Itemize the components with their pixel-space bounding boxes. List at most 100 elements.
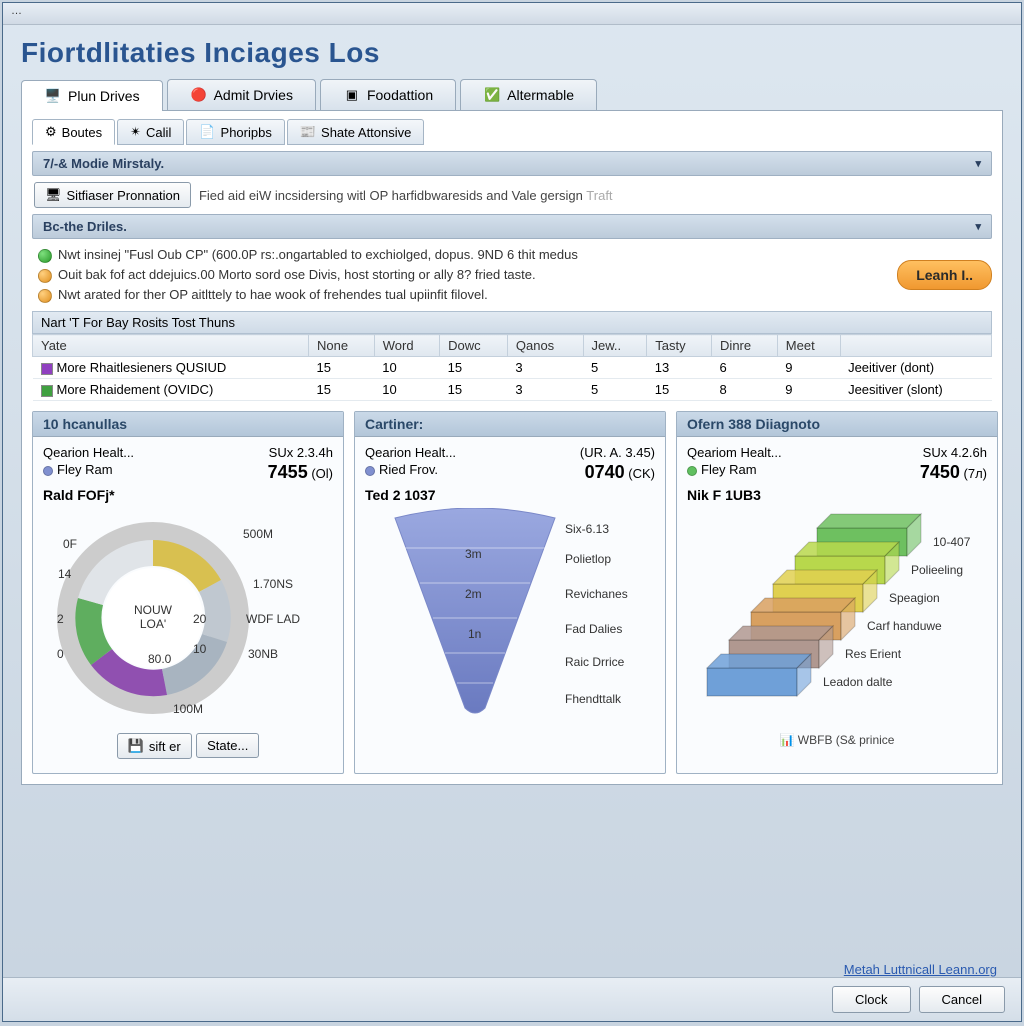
tab-label: Altermable <box>507 87 574 103</box>
metric-label: Qearion Healt... <box>43 445 134 460</box>
col-qanos[interactable]: Qanos <box>507 335 583 357</box>
button-label: Sitfiaser Pronnation <box>67 188 180 203</box>
big-value: 7455 <box>268 462 308 482</box>
col-yate[interactable]: Yate <box>33 335 309 357</box>
donut-chart: NOUW LOA' 500M 1.70NS WDF LAD 30NB 100M … <box>43 503 333 733</box>
page-icon: 📄 <box>199 124 215 140</box>
tab-foodattion[interactable]: ▣ Foodattion <box>320 79 456 110</box>
sifter-button[interactable]: 💾sift er <box>117 733 192 759</box>
metric-right: (UR. A. 3.45) <box>580 445 655 460</box>
ok-button[interactable]: Clock <box>832 986 911 1013</box>
col-jew[interactable]: Jew.. <box>583 335 647 357</box>
notice-item: Nwt arated for ther OP aitlttely to hae … <box>38 285 578 305</box>
svg-text:80.0: 80.0 <box>148 652 172 666</box>
col-meet[interactable]: Meet <box>777 335 840 357</box>
notice-item: Nwt insinej "Fusl Oub CP" (600.0P rs:.on… <box>38 245 578 265</box>
svg-text:100M: 100M <box>173 702 203 716</box>
chart-title: Rald FOFj* <box>43 487 333 503</box>
svg-text:Carf handuwe: Carf handuwe <box>867 619 942 633</box>
subtab-label: Phoripbs <box>221 125 272 140</box>
titlebar: … <box>3 3 1021 25</box>
monitor-icon: 🖥 <box>45 187 62 203</box>
big-value: 7450 <box>920 462 960 482</box>
subtab-phoripbs[interactable]: 📄 Phoripbs <box>186 119 285 145</box>
svg-text:Raic Drrice: Raic Drrice <box>565 655 625 669</box>
svg-text:20: 20 <box>193 612 207 626</box>
panel-title: 10 hcanullas <box>33 412 343 437</box>
panel-cartiner: Cartiner: Qearion Healt... (UR. A. 3.45)… <box>354 411 666 774</box>
step-chart: 10-407PolieelingSpeagionCarf handuweRes … <box>687 503 987 733</box>
col-dowc[interactable]: Dowc <box>440 335 508 357</box>
chevron-down-icon: ▾ <box>975 220 981 233</box>
dialog-footer: Clock Cancel <box>3 977 1021 1021</box>
funnel-icon: ⚙ <box>45 124 57 140</box>
check-icon: ✅ <box>483 86 501 104</box>
svg-text:0: 0 <box>57 647 64 661</box>
subtab-label: Shate Attonsive <box>321 125 411 140</box>
cancel-button[interactable]: Cancel <box>919 986 1005 1013</box>
col-none[interactable]: None <box>309 335 375 357</box>
col-tasty[interactable]: Tasty <box>647 335 712 357</box>
tab-label: Admit Drvies <box>214 87 293 103</box>
tab-admit-drvies[interactable]: 🔴 Admit Drvies <box>167 79 316 110</box>
main-tabs: 🖥️ Plun Drives 🔴 Admit Drvies ▣ Foodatti… <box>21 79 1003 111</box>
status-dot-icon <box>38 289 52 303</box>
panel-title: Ofern 388 Diiagnoto <box>677 412 997 437</box>
svg-text:Leadon dalte: Leadon dalte <box>823 675 893 689</box>
tab-altermable[interactable]: ✅ Altermable <box>460 79 597 110</box>
chart-title: Nik F 1UB3 <box>687 487 987 503</box>
panel-hcanullas: 10 hcanullas Qearion Healt... SUx 2.3.4h… <box>32 411 344 774</box>
leanh-button[interactable]: Leanh I.. <box>897 260 992 290</box>
col-word[interactable]: Word <box>374 335 439 357</box>
gear-icon: ✴ <box>130 124 141 140</box>
panel-diagnoto: Ofern 388 Diiagnoto Qeariom Healt... SUx… <box>676 411 998 774</box>
svg-text:Fad Dalies: Fad Dalies <box>565 622 622 636</box>
subtab-calil[interactable]: ✴ Calil <box>117 119 184 145</box>
table-row[interactable]: More Rhaitlesieners QUSIUD 151015 3513 6… <box>33 357 992 379</box>
metric-label: Qearion Healt... <box>365 445 456 460</box>
status-dot-icon <box>38 269 52 283</box>
state-button[interactable]: State... <box>196 733 259 758</box>
tab-label: Plun Drives <box>68 88 140 104</box>
svg-text:Six-6.13: Six-6.13 <box>565 522 609 536</box>
square-icon: ▣ <box>343 86 361 104</box>
table-row[interactable]: More Rhaidement (OVIDC) 151015 3515 89Je… <box>33 379 992 401</box>
metric-right: SUx 2.3.4h <box>269 445 333 460</box>
metric-right: SUx 4.2.6h <box>923 445 987 460</box>
chevron-down-icon: ▾ <box>975 157 981 170</box>
chart-icon: 📊 <box>780 733 795 747</box>
sitfiaser-button[interactable]: 🖥 Sitfiaser Pronnation <box>34 182 191 208</box>
svg-text:WDF LAD: WDF LAD <box>246 612 300 626</box>
svg-text:2: 2 <box>57 612 64 626</box>
subtab-label: Calil <box>146 125 171 140</box>
col-extra[interactable] <box>840 335 991 357</box>
footer-link[interactable]: Metah Luttnicall Leann.org <box>844 962 997 977</box>
svg-text:0F: 0F <box>63 537 77 551</box>
svg-text:Revichanes: Revichanes <box>565 587 628 601</box>
notice-text: Nwt insinej "Fusl Oub CP" (600.0P rs:.on… <box>58 247 578 262</box>
col-dinre[interactable]: Dinre <box>712 335 778 357</box>
tab-plun-drives[interactable]: 🖥️ Plun Drives <box>21 80 163 111</box>
funnel-chart: Six-6.13 Polietlop Revichanes Fad Dalies… <box>365 503 655 733</box>
svg-text:14: 14 <box>58 567 72 581</box>
svg-text:Speagion: Speagion <box>889 591 940 605</box>
subtab-shate[interactable]: 📰 Shate Attonsive <box>287 119 425 145</box>
big-value: 0740 <box>585 462 625 482</box>
section-driles-header[interactable]: Bc-the Driles. ▾ <box>32 214 992 239</box>
panel-title: Cartiner: <box>355 412 665 437</box>
subtab-boutes[interactable]: ⚙ Boutes <box>32 119 115 145</box>
record-icon: 🔴 <box>190 86 208 104</box>
svg-text:NOUW: NOUW <box>134 603 173 617</box>
notice-text: Nwt arated for ther OP aitlttely to hae … <box>58 287 488 302</box>
section-modie-header[interactable]: 7/-& Modie Mirstaly. ▾ <box>32 151 992 176</box>
notice-list: Nwt insinej "Fusl Oub CP" (600.0P rs:.on… <box>32 239 584 311</box>
svg-text:Res Erient: Res Erient <box>845 647 902 661</box>
svg-text:10: 10 <box>193 642 207 656</box>
svg-text:Polieeling: Polieeling <box>911 563 963 577</box>
dot-icon <box>365 466 375 476</box>
svg-text:LOA': LOA' <box>140 617 166 631</box>
subtab-label: Boutes <box>62 125 102 140</box>
notice-item: Ouit bak fof act ddejuics.00 Morto sord … <box>38 265 578 285</box>
table-title: Nart 'T For Bay Rosits Tost Thuns <box>32 311 992 334</box>
news-icon: 📰 <box>300 124 316 140</box>
